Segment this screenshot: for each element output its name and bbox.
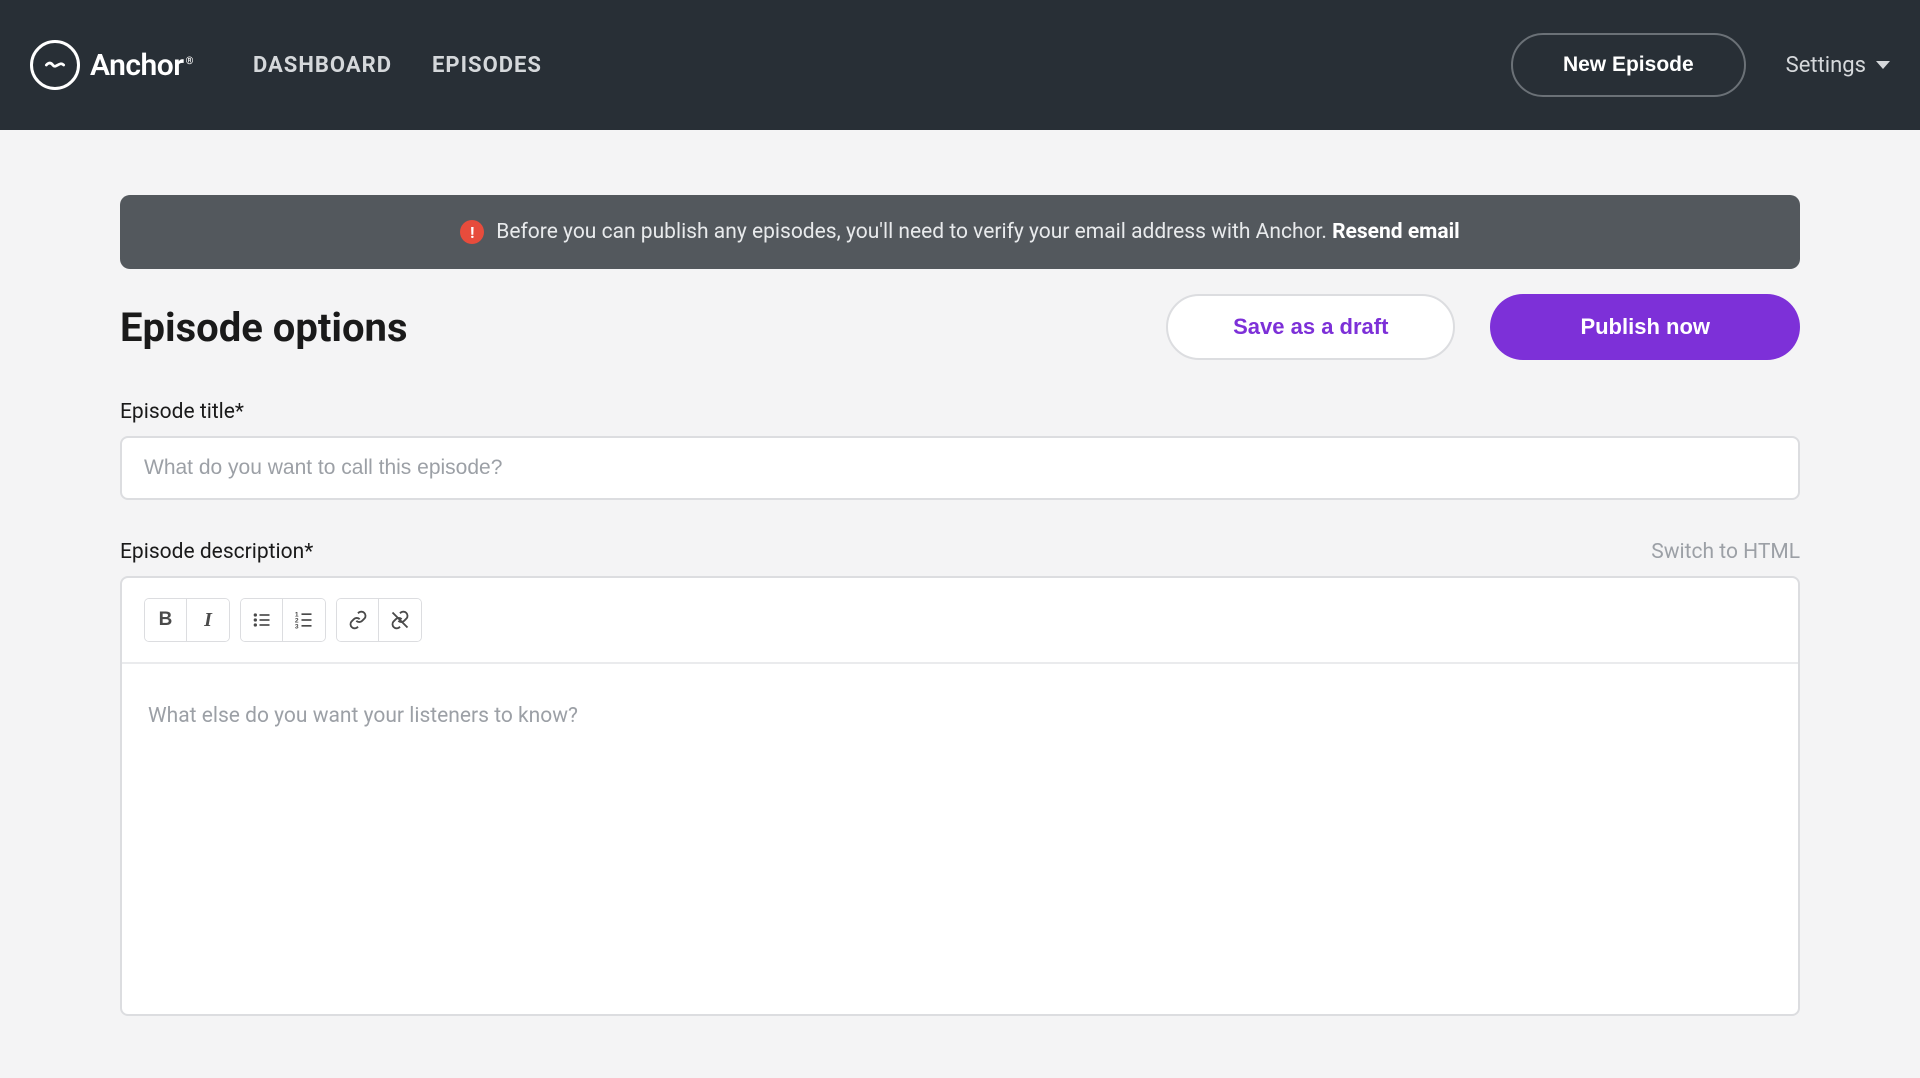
- alert-text: Before you can publish any episodes, you…: [496, 220, 1459, 244]
- logo[interactable]: Anchor®: [30, 40, 193, 90]
- settings-label: Settings: [1786, 53, 1866, 78]
- logo-icon: [30, 40, 80, 90]
- editor-toolbar: B I 1 2: [122, 578, 1798, 664]
- editor-body[interactable]: What else do you want your listeners to …: [122, 664, 1798, 1014]
- bold-icon: B: [159, 609, 173, 631]
- unordered-list-icon: [252, 610, 272, 630]
- verify-email-alert: ! Before you can publish any episodes, y…: [120, 195, 1800, 269]
- episode-title-field-group: Episode title*: [120, 400, 1800, 500]
- new-episode-button[interactable]: New Episode: [1511, 33, 1746, 97]
- link-button[interactable]: [337, 599, 379, 641]
- episode-title-label: Episode title*: [120, 400, 1800, 424]
- switch-to-html-link[interactable]: Switch to HTML: [1651, 540, 1800, 564]
- toolbar-group-lists: 1 2 3: [240, 598, 326, 642]
- toolbar-group-text-style: B I: [144, 598, 230, 642]
- main-content: ! Before you can publish any episodes, y…: [0, 130, 1920, 1016]
- description-header: Episode description* Switch to HTML: [120, 540, 1800, 564]
- unlink-icon: [390, 610, 410, 630]
- save-draft-button[interactable]: Save as a draft: [1166, 294, 1455, 360]
- header-right: New Episode Settings: [1511, 33, 1890, 97]
- italic-button[interactable]: I: [187, 599, 229, 641]
- svg-text:3: 3: [295, 623, 299, 630]
- app-header: Anchor® DASHBOARD EPISODES New Episode S…: [0, 0, 1920, 130]
- nav-links: DASHBOARD EPISODES: [253, 53, 542, 78]
- unlink-button[interactable]: [379, 599, 421, 641]
- ordered-list-icon: 1 2 3: [294, 610, 314, 630]
- bold-button[interactable]: B: [145, 599, 187, 641]
- settings-dropdown[interactable]: Settings: [1786, 53, 1890, 78]
- unordered-list-button[interactable]: [241, 599, 283, 641]
- nav-dashboard[interactable]: DASHBOARD: [253, 53, 392, 78]
- action-buttons: Save as a draft Publish now: [1166, 294, 1800, 360]
- alert-icon: !: [460, 220, 484, 244]
- ordered-list-button[interactable]: 1 2 3: [283, 599, 325, 641]
- resend-email-link[interactable]: Resend email: [1332, 220, 1460, 244]
- episode-title-input[interactable]: [120, 436, 1800, 500]
- chevron-down-icon: [1876, 61, 1890, 69]
- episode-description-label: Episode description*: [120, 540, 313, 564]
- nav-episodes[interactable]: EPISODES: [432, 53, 542, 78]
- link-icon: [348, 610, 368, 630]
- page-title: Episode options: [120, 304, 408, 351]
- italic-icon: I: [204, 609, 212, 632]
- logo-text: Anchor®: [90, 48, 193, 83]
- toolbar-group-link: [336, 598, 422, 642]
- publish-now-button[interactable]: Publish now: [1490, 294, 1800, 360]
- description-editor: B I 1 2: [120, 576, 1800, 1016]
- editor-placeholder: What else do you want your listeners to …: [148, 704, 1772, 728]
- page-header: Episode options Save as a draft Publish …: [120, 294, 1800, 360]
